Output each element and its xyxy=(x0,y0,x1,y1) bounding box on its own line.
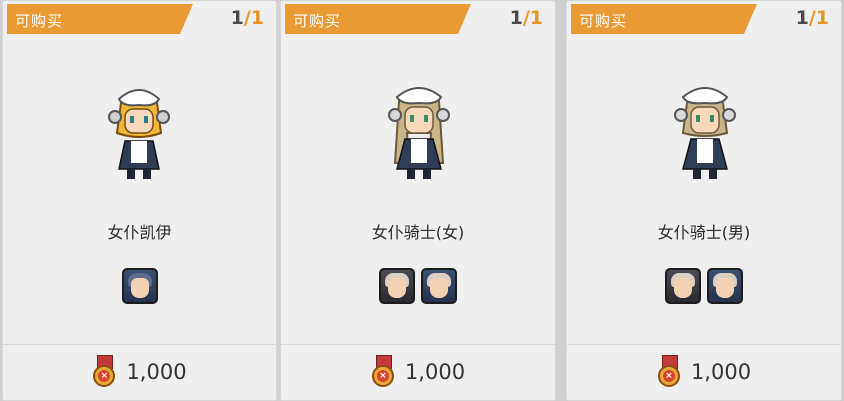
purchasable-label: 可购买 xyxy=(15,12,64,30)
purchasable-ribbon: 可购买 xyxy=(7,4,193,34)
card-divider xyxy=(3,344,276,345)
character-skin-icon[interactable] xyxy=(665,268,701,304)
price-value: 1,000 xyxy=(690,360,752,384)
character-skin-icon[interactable] xyxy=(379,268,415,304)
skin-icons xyxy=(3,268,276,304)
card-divider xyxy=(567,344,841,345)
maid-character-sprite-icon xyxy=(674,87,736,179)
count-separator: / xyxy=(808,7,816,29)
price-value: 1,000 xyxy=(404,360,466,384)
price-row: × 1,000 xyxy=(567,355,841,389)
purchase-count: 1/1 xyxy=(510,7,543,29)
count-separator: / xyxy=(522,7,530,29)
shop-card-maid-knight-female[interactable]: 可购买 1/1 女仆骑士(女) × 1,000 xyxy=(280,0,556,401)
purchasable-label: 可购买 xyxy=(579,12,628,30)
price-row: × 1,000 xyxy=(281,355,555,389)
shop-card-maid-kai[interactable]: 可购买 1/1 女仆凯伊 × 1,000 xyxy=(2,0,277,401)
character-skin-icon[interactable] xyxy=(121,268,158,304)
maid-character-sprite-icon xyxy=(108,89,170,179)
count-current: 1 xyxy=(230,7,244,29)
character-skin-icon[interactable] xyxy=(707,268,743,304)
shop-card-maid-knight-male[interactable]: 可购买 1/1 女仆骑士(男) × 1,000 xyxy=(566,0,842,401)
maid-character-sprite-icon xyxy=(388,87,450,179)
purchase-count: 1/1 xyxy=(231,7,264,29)
purchasable-ribbon: 可购买 xyxy=(285,4,471,34)
character-name: 女仆骑士(女) xyxy=(371,223,465,242)
purchase-count: 1/1 xyxy=(796,7,829,29)
card-divider xyxy=(281,344,555,345)
purchasable-label: 可购买 xyxy=(293,12,342,30)
purchasable-ribbon: 可购买 xyxy=(571,4,757,34)
medal-currency-icon: × xyxy=(657,355,681,389)
count-max: 1 xyxy=(250,7,264,29)
skin-icons xyxy=(567,268,841,304)
skin-icons xyxy=(281,268,555,304)
price-value: 1,000 xyxy=(126,360,187,384)
medal-currency-icon: × xyxy=(92,355,116,389)
count-max: 1 xyxy=(529,7,543,29)
count-current: 1 xyxy=(509,7,523,29)
character-skin-icon[interactable] xyxy=(421,268,457,304)
price-row: × 1,000 xyxy=(3,355,276,389)
count-current: 1 xyxy=(795,7,809,29)
count-max: 1 xyxy=(815,7,829,29)
character-name: 女仆凯伊 xyxy=(107,223,172,242)
character-name: 女仆骑士(男) xyxy=(657,223,751,242)
medal-currency-icon: × xyxy=(371,355,395,389)
count-separator: / xyxy=(243,7,251,29)
